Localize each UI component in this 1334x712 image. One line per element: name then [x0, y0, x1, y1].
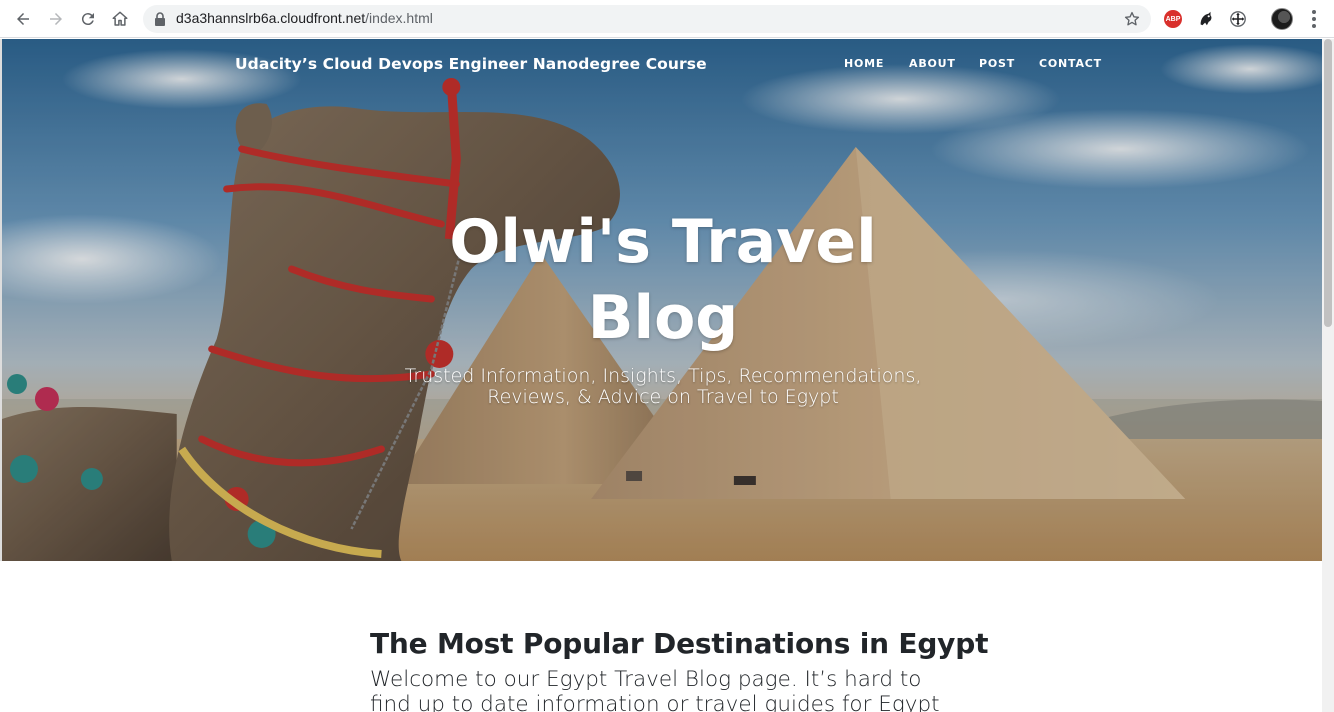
browser-menu-button[interactable]	[1306, 9, 1322, 29]
arrow-left-icon	[17, 13, 29, 25]
url-host: d3a3hannslrb6a.cloudfront.net	[176, 10, 366, 26]
browser-toolbar: d3a3hannslrb6a.cloudfront.net/index.html…	[0, 0, 1334, 38]
post-intro: Welcome to our Egypt Travel Blog page. I…	[370, 667, 940, 712]
home-icon	[112, 11, 128, 26]
nav-link-about[interactable]: ABOUT	[909, 57, 956, 70]
hero-header: Udacity’s Cloud Devops Engineer Nanodegr…	[0, 39, 1322, 561]
nav-link-contact[interactable]: CONTACT	[1039, 57, 1102, 70]
url-path: /index.html	[365, 10, 433, 26]
adblock-plus-icon[interactable]: ABP	[1164, 10, 1182, 28]
menu-dot-icon	[1312, 23, 1316, 28]
page-viewport: Udacity’s Cloud Devops Engineer Nanodegr…	[0, 39, 1322, 712]
nav-link-post[interactable]: POST	[979, 57, 1015, 70]
site-subtitle: Trusted Information, Insights, Tips, Rec…	[404, 365, 922, 408]
site-heading: Olwi's Travel Blog Trusted Information, …	[2, 204, 1322, 408]
scrollbar-thumb[interactable]	[1324, 39, 1332, 327]
forward-button[interactable]	[44, 7, 68, 31]
navbar-brand[interactable]: Udacity’s Cloud Devops Engineer Nanodegr…	[235, 55, 707, 73]
menu-dot-icon	[1312, 10, 1316, 15]
url-text[interactable]: d3a3hannslrb6a.cloudfront.net/index.html	[176, 10, 433, 26]
profile-avatar[interactable]	[1271, 8, 1293, 30]
reload-button[interactable]	[76, 7, 100, 31]
post-heading: The Most Popular Destinations in Egypt	[370, 627, 989, 660]
puzzle-bird-icon[interactable]	[1196, 9, 1216, 29]
lock-icon	[155, 12, 165, 26]
bookmark-star-icon[interactable]	[1123, 10, 1141, 28]
abp-label: ABP	[1165, 15, 1181, 23]
address-bar[interactable]: d3a3hannslrb6a.cloudfront.net/index.html	[143, 5, 1151, 33]
nav-link-home[interactable]: HOME	[844, 57, 884, 70]
main-content: The Most Popular Destinations in Egypt W…	[0, 561, 1322, 712]
back-button[interactable]	[11, 7, 35, 31]
page-scrollbar[interactable]	[1322, 39, 1334, 712]
menu-dot-icon	[1312, 16, 1316, 21]
site-title: Olwi's Travel Blog	[449, 207, 877, 353]
arrow-right-icon	[50, 13, 62, 25]
home-button[interactable]	[108, 7, 132, 31]
reload-icon	[81, 13, 94, 26]
move-arrows-icon[interactable]	[1228, 9, 1248, 29]
